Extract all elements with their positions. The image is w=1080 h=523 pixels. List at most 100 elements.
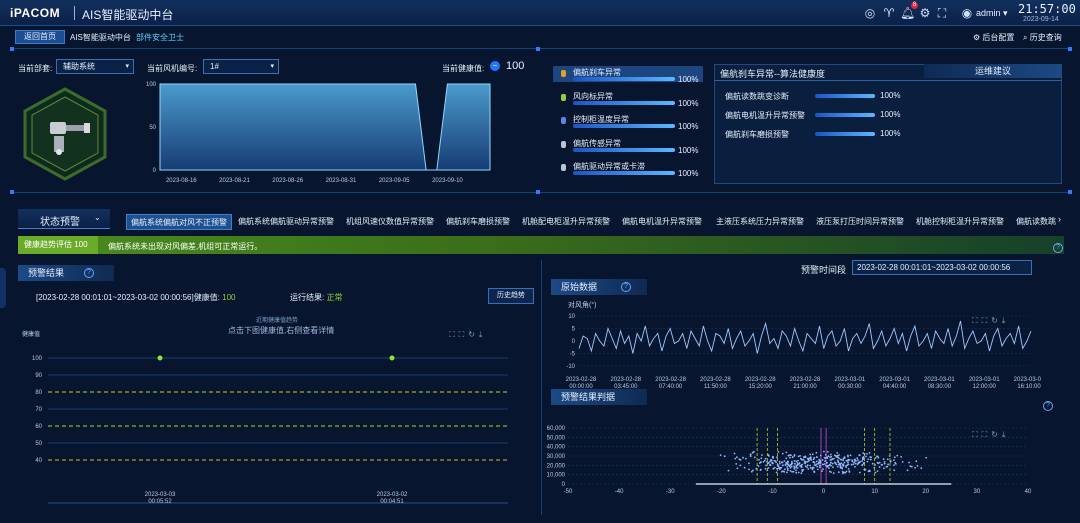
judge-point <box>831 458 834 460</box>
judge-point <box>857 459 859 461</box>
result-chart[interactable]: 健康值 100 90 80 70 60 50 40 2023-03-0300:05:52 2023… <box>20 328 530 513</box>
judge-point <box>733 452 736 455</box>
judge-point <box>901 461 904 463</box>
judge-point <box>767 454 770 456</box>
help-icon[interactable]: ? <box>1053 243 1063 253</box>
chevron-down-icon: ▾ <box>270 63 274 70</box>
breadcrumb-current: 部件安全卫士 <box>136 33 184 42</box>
raw-x-tick: 2023-02-28 <box>566 377 597 383</box>
state-header[interactable]: 状态预警 ⌄ <box>18 209 110 229</box>
raw-panel-title: 原始数据 <box>551 279 647 295</box>
judge-point <box>878 461 881 464</box>
state-tab[interactable]: 液压泵打压时间异常预警 <box>816 214 904 230</box>
turbine-select[interactable]: 1# ▾ <box>203 59 279 74</box>
history-trend-button[interactable]: 历史趋势 <box>488 288 534 304</box>
judge-point <box>766 469 769 472</box>
result-y-tick: 40 <box>35 458 42 464</box>
history-query-button[interactable]: ⌕ 历史查询 <box>1023 32 1062 43</box>
help-icon[interactable]: ? <box>1043 401 1053 411</box>
judge-point <box>808 459 810 462</box>
state-tab[interactable]: 偏航读数跳 <box>1016 214 1056 230</box>
shirt-icon[interactable]: ♈ <box>882 6 896 20</box>
raw-data-chart[interactable]: 1050-5-102023-02-2800:00:002023-02-2803:… <box>551 310 1041 390</box>
judge-x-tick: 30 <box>974 489 981 495</box>
judge-point <box>781 452 784 455</box>
notification-badge: 8 <box>911 2 918 9</box>
judge-point <box>864 468 867 471</box>
judge-point <box>777 451 780 453</box>
judge-point <box>826 451 829 453</box>
judge-chart[interactable]: 60,00050,00040,00030,00020,00010,0000-50… <box>541 424 1041 500</box>
divider <box>10 48 1072 49</box>
judge-point <box>828 467 830 469</box>
judge-point <box>786 467 789 470</box>
judge-point <box>834 462 837 465</box>
warning-time-range[interactable]: 2023-02-28 00:01:01~2023-03-02 00:00:56 <box>852 260 1032 275</box>
turbine-label: 当前风机编号: <box>147 64 198 73</box>
help-icon[interactable]: ? <box>621 282 631 292</box>
divider <box>714 80 1062 81</box>
run-label: 运行结果: <box>290 293 325 302</box>
judge-point <box>809 458 812 461</box>
result-point[interactable] <box>157 355 163 361</box>
status-pct: 100% <box>678 75 699 84</box>
raw-series-line <box>578 320 1032 354</box>
judge-point <box>800 472 803 475</box>
settings-icon[interactable]: ⚙ <box>918 6 932 20</box>
fullscreen-icon[interactable]: ⛶ <box>935 6 949 20</box>
state-tab[interactable]: 偏航系统偏航驱动异常预警 <box>238 214 334 230</box>
tabs-next-icon[interactable]: › <box>1058 214 1061 224</box>
system-select[interactable]: 辅助系统 ▾ <box>56 59 134 74</box>
help-icon[interactable]: ? <box>84 268 94 278</box>
state-tab[interactable]: 机舱配电柜温升异常预警 <box>522 214 610 230</box>
state-tab[interactable]: 偏航系统偏航对风不正预警 <box>126 214 232 230</box>
result-legend: 近期健康值趋势 <box>256 318 299 324</box>
shirt-icon[interactable]: ◎ <box>863 6 877 20</box>
judge-point <box>826 462 828 464</box>
advice-tab[interactable]: 运维建议 <box>924 64 1062 78</box>
backend-config-label: 后台配置 <box>982 33 1015 42</box>
judge-point <box>748 462 750 465</box>
judge-point <box>873 466 876 469</box>
panel-corner <box>1068 47 1072 51</box>
state-tab[interactable]: 机舱控制柜温升异常预警 <box>916 214 1004 230</box>
panel-corner <box>10 47 14 51</box>
judge-point <box>830 461 832 464</box>
judge-point <box>861 464 864 467</box>
user-menu[interactable]: admin ▾ <box>976 8 1008 19</box>
back-home-button[interactable]: 返回首页 <box>15 30 65 44</box>
judge-point <box>829 453 832 456</box>
state-tab[interactable]: 主液压系统压力异常预警 <box>716 214 804 230</box>
divider <box>10 192 1072 193</box>
result-point[interactable] <box>389 355 395 361</box>
status-bar <box>573 147 675 152</box>
user-avatar-icon[interactable]: ◉ <box>960 6 974 20</box>
judge-point <box>772 467 775 470</box>
state-tab[interactable]: 偏航电机温升异常预警 <box>622 214 702 230</box>
side-collapse-handle[interactable] <box>0 268 6 308</box>
judge-point <box>863 453 866 456</box>
judge-point <box>767 467 770 469</box>
breadcrumb-root[interactable]: AIS智能驱动中台 <box>70 32 131 43</box>
judge-x-tick: -50 <box>564 489 573 495</box>
state-tab[interactable]: 机组风速仪数值异常预警 <box>346 214 434 230</box>
judge-point <box>843 461 846 464</box>
judge-point <box>851 460 854 463</box>
judge-point <box>785 457 788 460</box>
search-icon: ⌕ <box>1023 33 1028 42</box>
state-tab[interactable]: 偏航刹车磨损预警 <box>446 214 510 230</box>
backend-config-button[interactable]: ⚙ 后台配置 <box>973 32 1014 43</box>
judge-point <box>900 456 903 458</box>
trend-y-tick: 0 <box>153 168 157 174</box>
status-pct: 100% <box>678 98 699 108</box>
judge-point <box>734 457 737 460</box>
judge-point <box>825 464 827 467</box>
trend-eval-message: 偏航系统未出现对风偏差,机组可正常运行。 <box>108 242 263 251</box>
judge-point <box>819 454 822 457</box>
judge-point <box>856 457 859 459</box>
judge-point <box>809 467 812 469</box>
judge-y-tick: 30,000 <box>547 454 566 460</box>
judge-point <box>778 466 781 469</box>
judge-point <box>765 464 767 467</box>
raw-y-tick: -5 <box>570 352 576 358</box>
